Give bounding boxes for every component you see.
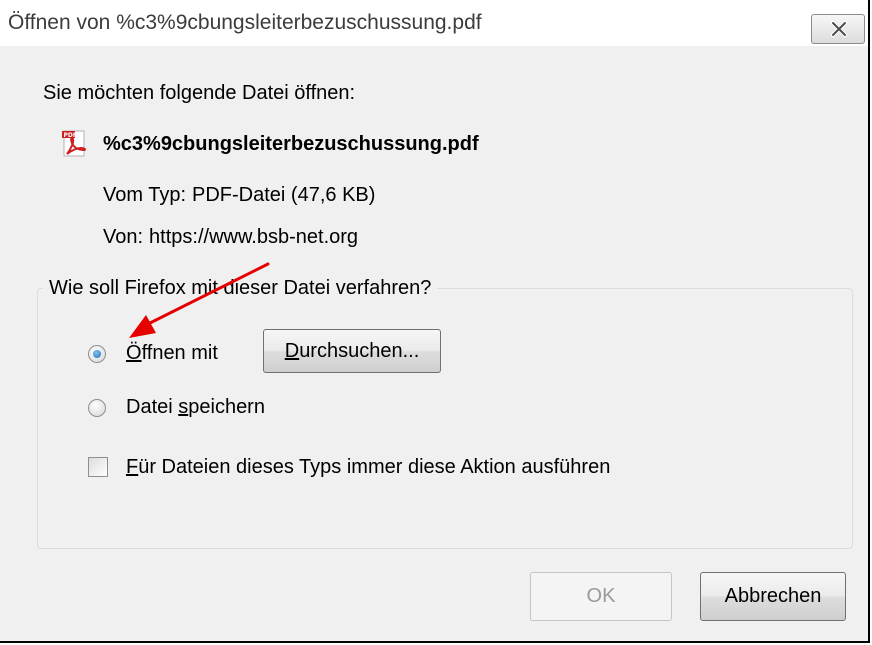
annotation-arrow — [129, 262, 270, 338]
